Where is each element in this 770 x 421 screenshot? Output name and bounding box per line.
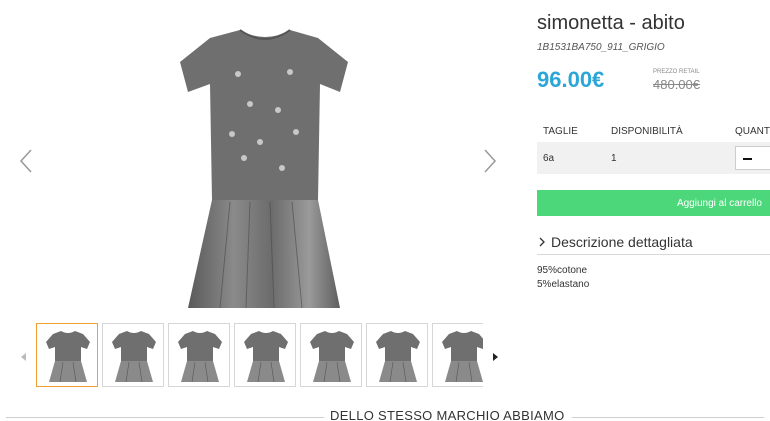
- caret-left-icon: [21, 353, 26, 361]
- thumbnail-2[interactable]: [102, 323, 164, 387]
- add-to-cart-label: Aggiungi al carrello: [676, 198, 762, 209]
- size-table: TAGLIE DISPONIBILITÀ QUANT 6a 1: [537, 120, 770, 174]
- description-line: 95%cotone: [537, 265, 588, 276]
- add-to-cart-button[interactable]: Aggiungi al carrello: [537, 190, 770, 216]
- chevron-left-icon: [19, 149, 32, 173]
- thumbnail-6[interactable]: [366, 323, 428, 387]
- size-table-header: TAGLIE DISPONIBILITÀ QUANT: [537, 120, 770, 142]
- product-price: 96.00€: [537, 67, 605, 92]
- description-heading: Descrizione dettagliata: [551, 234, 693, 250]
- retail-price: 480.00€: [653, 77, 700, 92]
- thumbnail-4[interactable]: [234, 323, 296, 387]
- thumbnail-strip: [36, 323, 483, 387]
- chevron-right-icon: [539, 237, 545, 247]
- header-availability: DISPONIBILITÀ: [611, 126, 683, 137]
- divider: [6, 417, 324, 418]
- header-sizes: TAGLIE: [543, 126, 578, 137]
- divider: [572, 417, 764, 418]
- thumbs-next-arrow[interactable]: [491, 349, 499, 361]
- thumbnail-7[interactable]: [432, 323, 483, 387]
- description-toggle[interactable]: Descrizione dettagliata: [537, 234, 693, 250]
- minus-icon[interactable]: [743, 158, 752, 160]
- chevron-right-icon: [484, 149, 497, 173]
- product-main-image[interactable]: [170, 22, 360, 314]
- header-quantity: QUANT: [735, 126, 770, 137]
- thumbnail-3[interactable]: [168, 323, 230, 387]
- retail-price-label: PREZZO RETAIL: [653, 69, 700, 75]
- product-title: simonetta - abito: [537, 12, 685, 34]
- size-row: 6a 1: [537, 142, 770, 174]
- thumbs-prev-arrow[interactable]: [20, 349, 28, 361]
- availability-value: 1: [611, 153, 617, 164]
- prev-image-arrow[interactable]: [18, 148, 34, 174]
- divider: [537, 254, 770, 255]
- thumbnail-5[interactable]: [300, 323, 362, 387]
- related-products-heading: DELLO STESSO MARCHIO ABBIAMO: [330, 408, 565, 421]
- description-line: 5%elastano: [537, 279, 590, 290]
- next-image-arrow[interactable]: [482, 148, 498, 174]
- quantity-stepper[interactable]: [735, 146, 770, 170]
- size-value: 6a: [543, 153, 555, 164]
- product-sku: 1B1531BA750_911_GRIGIO: [537, 42, 665, 53]
- thumbnail-1[interactable]: [36, 323, 98, 387]
- caret-right-icon: [493, 353, 498, 361]
